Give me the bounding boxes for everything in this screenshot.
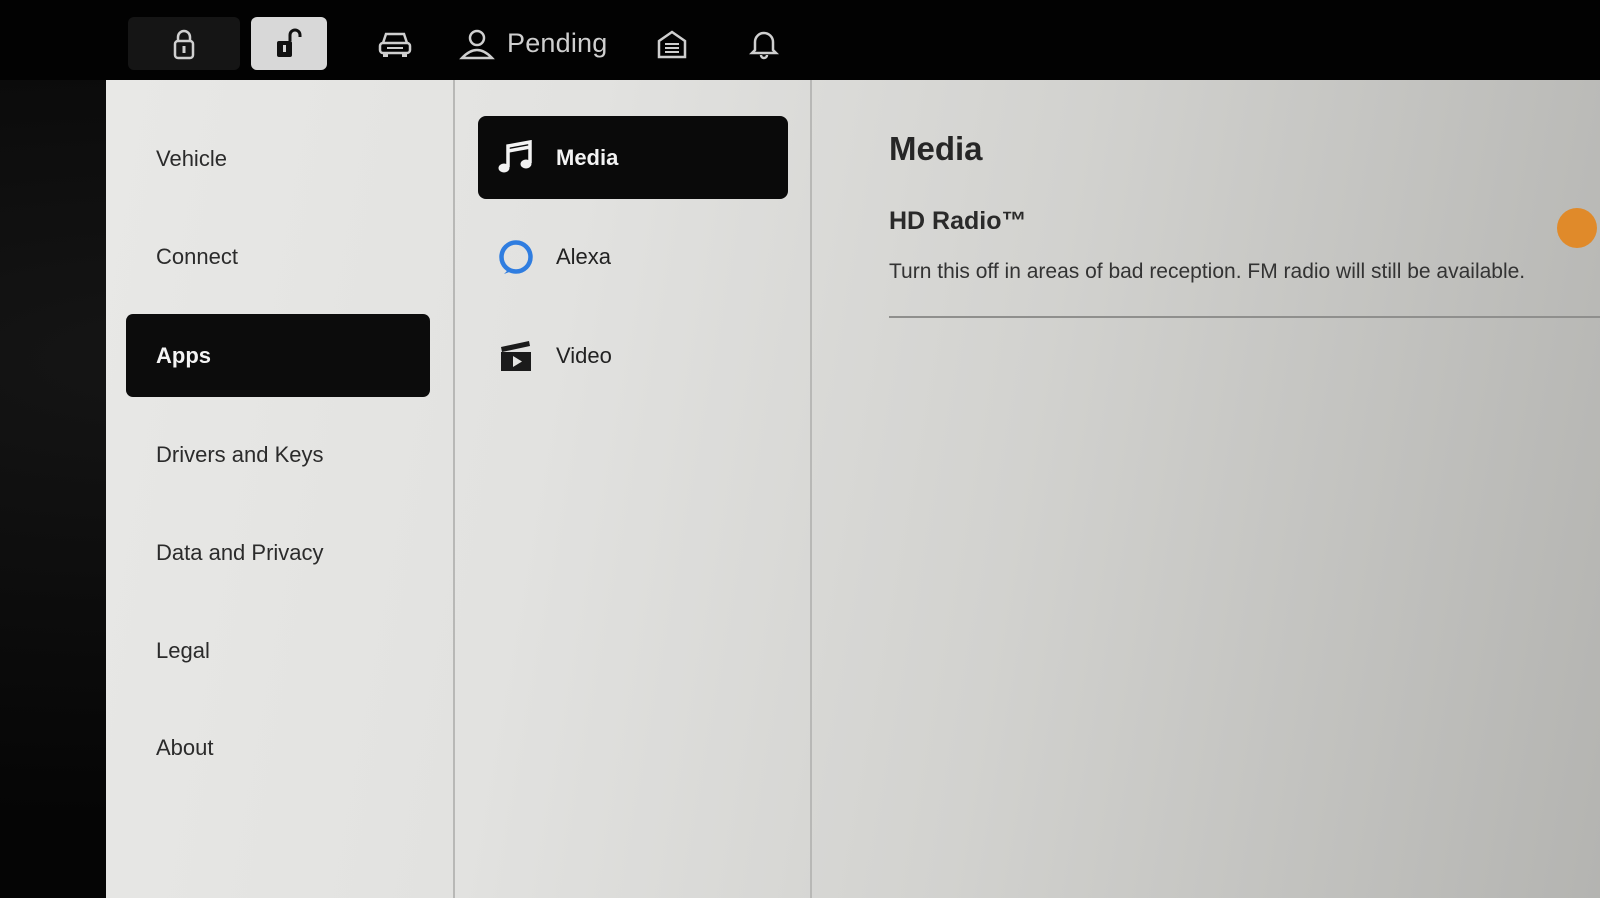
- submenu-label: Media: [556, 144, 619, 170]
- car-button[interactable]: [366, 17, 424, 70]
- submenu-label: Alexa: [556, 243, 612, 269]
- sidebar-item-legal[interactable]: Legal: [126, 609, 430, 692]
- submenu-item-media[interactable]: Media: [478, 116, 788, 199]
- page-title: Media: [889, 130, 983, 167]
- sidebar-item-apps[interactable]: Apps: [126, 314, 430, 397]
- submenu-item-video[interactable]: Video: [478, 314, 788, 397]
- bell-icon: [749, 31, 779, 59]
- sidebar-item-drivers-and-keys[interactable]: Drivers and Keys: [126, 413, 430, 496]
- unlock-icon: [277, 28, 302, 57]
- lock-icon: [173, 29, 195, 59]
- music-note-icon: [496, 138, 536, 178]
- top-status-bar: Pending: [0, 0, 1600, 80]
- sidebar-item-vehicle[interactable]: Vehicle: [126, 117, 430, 200]
- column-divider: [810, 80, 812, 898]
- alexa-icon: [496, 237, 536, 277]
- setting-title-hd-radio: HD Radio™: [889, 207, 1027, 235]
- garage-button[interactable]: [646, 17, 698, 70]
- sidebar-item-data-and-privacy[interactable]: Data and Privacy: [126, 511, 430, 594]
- car-icon: [378, 32, 412, 57]
- sidebar-item-about[interactable]: About: [126, 706, 430, 789]
- profile-icon: [459, 29, 495, 59]
- clapperboard-icon: [496, 336, 536, 376]
- sidebar-item-connect[interactable]: Connect: [126, 215, 430, 298]
- setting-divider: [889, 316, 1600, 318]
- notifications-button[interactable]: [736, 17, 792, 70]
- hd-radio-toggle[interactable]: [1557, 208, 1597, 248]
- profile-button[interactable]: Pending: [455, 17, 619, 70]
- screen: Pending Vehicle Connect Apps Drivers and…: [0, 0, 1600, 898]
- submenu-label: Video: [556, 342, 612, 368]
- profile-label: Pending: [507, 28, 608, 58]
- setting-description: Turn this off in areas of bad reception.…: [889, 260, 1526, 283]
- lock-button[interactable]: [128, 17, 240, 70]
- garage-icon: [657, 29, 687, 58]
- settings-panel: Vehicle Connect Apps Drivers and Keys Da…: [106, 80, 1600, 898]
- unlock-button[interactable]: [251, 17, 327, 70]
- column-divider: [453, 80, 455, 898]
- submenu-item-alexa[interactable]: Alexa: [478, 215, 788, 298]
